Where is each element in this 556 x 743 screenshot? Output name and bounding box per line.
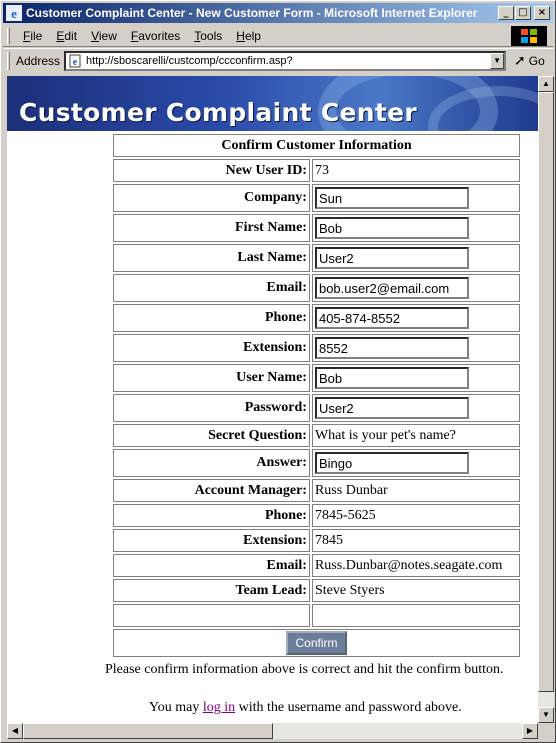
toolbar-grip[interactable] [7,27,10,44]
password-label: Password: [113,394,310,422]
manager-email-value: Russ.Dunbar@notes.seagate.com [311,554,520,577]
first-name-label: First Name: [113,214,310,242]
email-label: Email: [113,274,310,302]
secret-question-value: What is your pet's name? [311,424,520,447]
confirm-instruction: Please confirm information above is corr… [105,662,504,677]
menu-help[interactable]: Help [229,29,268,43]
go-label: Go [528,53,545,68]
manager-phone-label: Phone: [113,504,310,527]
confirm-form-table: Confirm Customer Information New User ID… [111,132,522,659]
maximize-button[interactable]: □ [515,6,531,20]
banner-title: Customer Complaint Center [19,98,417,127]
form-header: Confirm Customer Information [113,134,520,157]
address-bar: Address e http://sboscarelli/custcomp/cc… [3,48,553,72]
extension-field[interactable]: 8552 [314,337,469,359]
phone-label: Phone: [113,304,310,332]
manager-extension-value: 7845 [311,529,520,552]
first-name-field[interactable]: Bob [314,217,469,239]
secret-question-label: Secret Question: [113,424,310,447]
menu-tools[interactable]: Tools [187,29,229,43]
phone-field[interactable]: 405-874-8552 [314,307,469,329]
email-field[interactable]: bob.user2@email.com [314,277,469,299]
account-manager-label: Account Manager: [113,479,310,502]
page-icon: e [69,54,81,68]
manager-email-label: Email: [113,554,310,577]
scroll-right-button[interactable]: ▶ [522,723,538,739]
menu-view[interactable]: View [84,29,124,43]
address-dropdown-button[interactable]: ▼ [490,52,505,69]
header-banner: Customer Complaint Center [7,76,538,131]
horizontal-scrollbar[interactable]: ◀ ▶ [7,723,538,739]
team-lead-value: Steve Styers [311,579,520,602]
svg-text:e: e [11,6,17,21]
browser-window: e Customer Complaint Center - New Custom… [0,0,556,743]
close-button[interactable]: × [534,6,550,20]
new-user-id-value: 73 [311,159,520,182]
last-name-field[interactable]: User2 [314,247,469,269]
scrollbar-corner [538,723,554,739]
login-instruction: You may log in with the username and pas… [149,700,462,716]
ie-logo-icon: e [6,5,22,21]
vertical-scrollbar[interactable]: ▲ ▼ [538,76,554,723]
go-arrow-icon: ➚ [514,52,526,68]
empty-cell [113,604,310,627]
scroll-up-button[interactable]: ▲ [538,76,554,92]
last-name-label: Last Name: [113,244,310,272]
confirm-button[interactable]: Confirm [286,631,347,655]
manager-phone-value: 7845-5625 [311,504,520,527]
menu-edit[interactable]: Edit [49,29,84,43]
log-in-link[interactable]: log in [203,700,235,715]
scroll-down-button[interactable]: ▼ [538,707,554,723]
empty-cell [311,604,520,627]
menu-favorites[interactable]: Favorites [124,29,187,43]
page-content: Customer Complaint Center Confirm Custom… [7,76,538,723]
address-label: Address [16,53,61,68]
password-field[interactable]: User2 [314,397,469,419]
manager-extension-label: Extension: [113,529,310,552]
button-cell: Confirm [113,629,520,657]
new-user-id-label: New User ID: [113,159,310,182]
window-title: Customer Complaint Center - New Customer… [26,6,478,20]
svg-text:e: e [73,57,78,68]
horizontal-scroll-thumb[interactable] [23,723,273,739]
user-name-field[interactable]: Bob [314,367,469,389]
answer-label: Answer: [113,449,310,477]
toolbar-grip[interactable] [7,51,10,70]
answer-field[interactable]: Bingo [314,452,469,474]
team-lead-label: Team Lead: [113,579,310,602]
user-name-label: User Name: [113,364,310,392]
go-button[interactable]: ➚ Go [514,52,545,69]
scroll-left-button[interactable]: ◀ [7,723,23,739]
title-bar[interactable]: e Customer Complaint Center - New Custom… [3,3,553,23]
vertical-scroll-thumb[interactable] [538,92,554,692]
account-manager-value: Russ Dunbar [311,479,520,502]
address-input[interactable]: e http://sboscarelli/custcomp/ccconfirm.… [64,50,507,71]
company-label: Company: [113,184,310,212]
minimize-button[interactable]: _ [498,6,514,20]
login-suffix: with the username and password above. [235,700,462,715]
extension-label: Extension: [113,334,310,362]
windows-logo-icon [511,26,547,46]
menu-bar: File Edit View Favorites Tools Help [3,25,553,47]
company-field[interactable]: Sun [314,187,469,209]
address-url: http://sboscarelli/custcomp/ccconfirm.as… [86,54,293,67]
login-prefix: You may [149,700,203,715]
menu-file[interactable]: File [16,29,49,43]
